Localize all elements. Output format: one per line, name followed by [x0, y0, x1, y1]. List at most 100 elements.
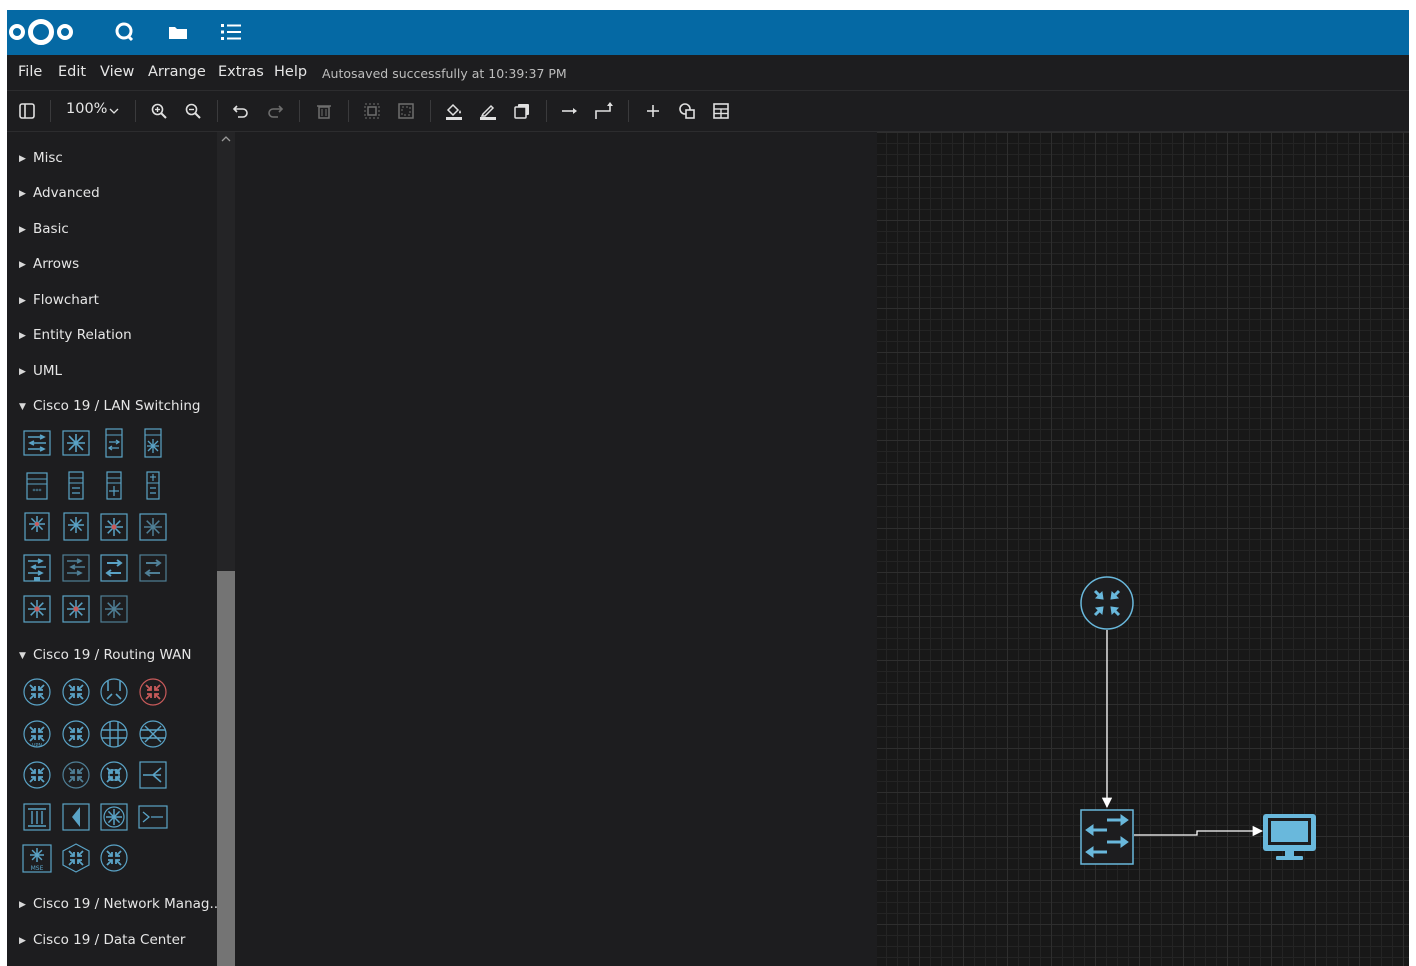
search-icon[interactable]: [111, 18, 139, 46]
palette-shape-icon[interactable]: [60, 469, 92, 501]
palette-shape-icon[interactable]: ***: [21, 469, 53, 501]
palette-shape-icon[interactable]: [21, 427, 53, 459]
toolbar: 100%: [7, 91, 1409, 132]
palette-shape-icon[interactable]: [137, 759, 169, 791]
palette-shape-icon[interactable]: [98, 593, 130, 625]
palette-shape-icon[interactable]: [137, 676, 169, 708]
section-cisco-network-management[interactable]: ▶ Cisco 19 / Network Manag...: [19, 894, 222, 914]
section-cisco-lan-switching[interactable]: ▼ Cisco 19 / LAN Switching: [19, 396, 200, 416]
palette-shape-icon[interactable]: [137, 469, 169, 501]
palette-shape-icon[interactable]: VPN: [21, 718, 53, 750]
palette-shape-icon[interactable]: [60, 552, 92, 584]
palette-shape-icon[interactable]: [98, 759, 130, 791]
section-advanced[interactable]: ▶ Advanced: [19, 183, 100, 203]
section-entity-relation[interactable]: ▶ Entity Relation: [19, 325, 132, 345]
section-cisco-routing-wan[interactable]: ▼ Cisco 19 / Routing WAN: [19, 645, 192, 665]
section-flowchart[interactable]: ▶ Flowchart: [19, 290, 99, 310]
palette-shape-icon[interactable]: [98, 552, 130, 584]
menu-arrange[interactable]: Arrange: [148, 64, 206, 80]
shadow-icon[interactable]: [510, 99, 534, 123]
palette-shape-icon[interactable]: [98, 718, 130, 750]
toolbar-separator: [430, 100, 431, 122]
undo-icon[interactable]: [229, 99, 253, 123]
svg-text:MSE: MSE: [31, 865, 44, 872]
palette-shape-icon[interactable]: [98, 676, 130, 708]
section-arrows[interactable]: ▶ Arrows: [19, 254, 79, 274]
section-label: UML: [33, 363, 63, 379]
section-misc[interactable]: ▶ Misc: [19, 148, 63, 168]
palette-shape-icon[interactable]: [21, 510, 53, 542]
scroll-up-icon[interactable]: [221, 135, 231, 143]
palette-shape-icon[interactable]: [137, 801, 169, 833]
palette-shape-icon[interactable]: MSE: [21, 842, 53, 874]
delete-icon[interactable]: [312, 99, 336, 123]
list-icon[interactable]: [217, 18, 245, 46]
palette-shape-icon[interactable]: [60, 676, 92, 708]
palette-shape-icon[interactable]: [60, 759, 92, 791]
scrollbar-thumb[interactable]: [217, 571, 235, 966]
menu-file[interactable]: File: [18, 64, 42, 80]
palette-shape-icon[interactable]: [98, 842, 130, 874]
table-icon[interactable]: [709, 99, 733, 123]
section-basic[interactable]: ▶ Basic: [19, 219, 69, 239]
toolbar-separator: [348, 100, 349, 122]
palette-shape-icon[interactable]: [98, 427, 130, 459]
palette-shape-icon[interactable]: [60, 842, 92, 874]
toolbar-separator: [546, 100, 547, 122]
palette-shape-icon[interactable]: [60, 593, 92, 625]
palette-shape-icon[interactable]: [98, 469, 130, 501]
line-color-icon[interactable]: [476, 99, 500, 123]
menu-edit[interactable]: Edit: [58, 64, 86, 80]
menu-extras[interactable]: Extras: [218, 64, 264, 80]
monitor-icon: [1263, 814, 1316, 860]
waypoints-icon[interactable]: [592, 99, 616, 123]
palette-shape-icon[interactable]: [137, 552, 169, 584]
zoom-out-icon[interactable]: [181, 99, 205, 123]
palette-shape-icon[interactable]: [60, 427, 92, 459]
caret-right-icon: ▶: [19, 367, 26, 377]
router-node[interactable]: [1080, 576, 1134, 630]
palette-shape-icon[interactable]: [98, 510, 130, 542]
canvas-area[interactable]: [235, 132, 1409, 966]
redo-icon[interactable]: [263, 99, 287, 123]
shapes-sidebar: ▶ Misc ▶ Advanced ▶ Basic ▶ Arrows ▶ Flowchar…: [7, 132, 235, 966]
shapes-icon[interactable]: [675, 99, 699, 123]
menu-help[interactable]: Help: [274, 64, 307, 80]
fill-color-icon[interactable]: [442, 99, 466, 123]
to-front-icon[interactable]: [360, 99, 384, 123]
zoom-dropdown[interactable]: 100%: [66, 101, 107, 117]
switch-node[interactable]: [1080, 809, 1134, 865]
drawio-app: File Edit View Arrange Extras Help Autos…: [7, 10, 1409, 966]
palette-shape-icon[interactable]: [21, 676, 53, 708]
chevron-down-icon[interactable]: [107, 99, 121, 123]
connection-arrow-icon[interactable]: [558, 99, 582, 123]
palette-shape-icon[interactable]: [60, 510, 92, 542]
palette-shape-icon[interactable]: [60, 718, 92, 750]
menu-view[interactable]: View: [100, 64, 134, 80]
caret-right-icon: ▶: [19, 900, 26, 910]
format-panel-icon[interactable]: [15, 99, 39, 123]
nextcloud-logo-icon[interactable]: [7, 16, 75, 48]
section-cisco-data-center[interactable]: ▶ Cisco 19 / Data Center: [19, 930, 185, 950]
palette-shape-icon[interactable]: [21, 801, 53, 833]
section-label: Cisco 19 / Data Center: [33, 932, 186, 948]
palette-shape-icon[interactable]: [137, 718, 169, 750]
zoom-in-icon[interactable]: [147, 99, 171, 123]
svg-text:***: ***: [33, 488, 42, 495]
sidebar-scrollbar[interactable]: [217, 132, 235, 966]
palette-shape-icon[interactable]: [21, 593, 53, 625]
palette-shape-icon[interactable]: [137, 427, 169, 459]
palette-shape-icon[interactable]: [137, 510, 169, 542]
workstation-node[interactable]: [1263, 814, 1316, 860]
palette-shape-icon[interactable]: [98, 801, 130, 833]
edge-switch-to-workstation[interactable]: [1134, 825, 1264, 837]
section-uml[interactable]: ▶ UML: [19, 361, 62, 381]
insert-icon[interactable]: [641, 99, 665, 123]
to-back-icon[interactable]: [394, 99, 418, 123]
palette-shape-icon[interactable]: [21, 552, 53, 584]
toolbar-separator: [628, 100, 629, 122]
section-label: Misc: [33, 150, 63, 166]
palette-shape-icon[interactable]: [21, 759, 53, 791]
palette-shape-icon[interactable]: [60, 801, 92, 833]
folder-icon[interactable]: [164, 18, 192, 46]
